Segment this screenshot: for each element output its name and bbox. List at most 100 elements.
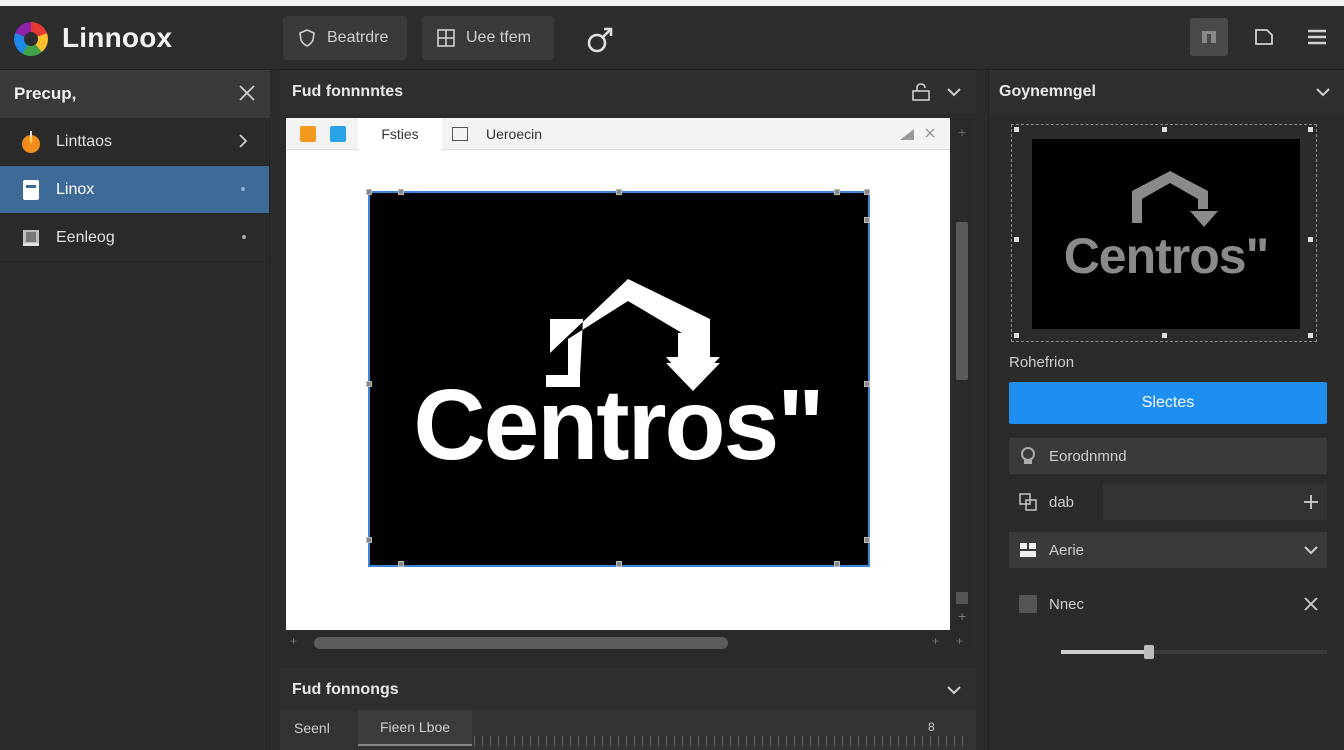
properties-header: Goynemngel [989,70,1344,114]
resize-handle[interactable] [864,381,870,387]
flame-icon [18,129,44,155]
preview-handle[interactable] [1162,333,1167,338]
property-row-aerie[interactable]: Aerie [1009,532,1327,568]
menu-button[interactable] [1298,18,1336,56]
horizontal-scrollbar[interactable]: + + + [286,632,972,654]
orange-file-icon[interactable] [300,126,316,142]
tab-label: Fsties [381,126,419,142]
resize-handle[interactable] [398,189,404,195]
scroll-plus-icon[interactable]: + [958,608,966,624]
chevron-right-icon [239,134,248,148]
sidebar-item-linox[interactable]: Linox [0,166,269,214]
tab-label: Ueroecin [486,126,543,142]
scroll-plus-icon[interactable]: + [932,634,939,648]
chevron-down-icon[interactable] [946,682,962,698]
resize-handle[interactable] [864,537,870,543]
properties-panel: Goynemngel Centros" Rohefrion Slectes Eo… [988,70,1344,750]
editor-title: Fud fonnnntes [292,83,404,100]
scroll-plus-icon[interactable]: + [958,124,966,140]
image-icon [452,127,468,141]
scroll-plus-icon[interactable]: + [956,634,963,648]
resize-handle[interactable] [616,561,622,567]
preview-logo-icon: Centros" [1064,171,1269,284]
close-tab-icon[interactable] [924,127,936,139]
vertical-scrollbar[interactable]: + + + [952,118,972,650]
beatrdre-button[interactable]: Beatrdre [283,16,407,60]
tab-ueroecin[interactable]: Ueroecin [486,118,542,150]
menu-icon [1308,29,1326,45]
property-label: dab [1049,493,1075,511]
timeline-ruler: Seenl Fieen Lboe 8 [280,710,976,750]
preview-handle[interactable] [1308,127,1313,132]
tab-fieen-lboe[interactable]: Fieen Lboe [358,710,472,746]
editor-panel: Fud fonnnntes Fsties Ueroecin Centros" +… [280,70,976,750]
property-label: Nnec [1049,595,1085,613]
page-icon [1255,29,1273,45]
vertical-scroll-thumb[interactable] [956,222,968,380]
opacity-slider[interactable] [1061,645,1327,659]
document-tab-bar: Fsties Ueroecin [286,118,950,150]
properties-title: Goynemngel [999,83,1096,100]
beatrdre-label: Beatrdre [327,29,389,46]
layout-button[interactable] [1190,18,1228,56]
resize-handle[interactable] [366,537,372,543]
section-label: Rohefrion [1009,354,1075,371]
layout-icon [1202,31,1216,43]
stamp-icon [1017,445,1039,467]
centros-logo-icon: Centros" [413,279,825,481]
property-row-dab[interactable]: dab [1009,484,1327,520]
property-row-nnec[interactable]: Nnec [1009,586,1327,622]
item-dot-icon [241,187,245,191]
resize-handle[interactable] [366,381,372,387]
ruler-marker: 8 [928,720,935,734]
male-symbol-icon[interactable] [584,24,616,56]
chevron-down-icon[interactable] [1303,542,1319,558]
left-sidebar: Precup, Linttaos Linox Eenleog [0,70,270,750]
slider-thumb[interactable] [1143,645,1154,659]
resize-handle[interactable] [366,189,372,195]
chevron-down-icon[interactable] [1315,84,1331,100]
book-icon [18,225,44,251]
preview-handle[interactable] [1308,333,1313,338]
image-preview[interactable]: Centros" [1011,124,1317,342]
sidebar-item-label: Linox [56,180,95,198]
resize-handle[interactable] [398,561,404,567]
preview-handle[interactable] [1308,237,1313,242]
preview-handle[interactable] [1162,127,1167,132]
document-icon [18,177,44,203]
lock-icon[interactable] [910,82,932,102]
property-row-eorodnmnd[interactable]: Eorodnmnd [1009,438,1327,474]
preview-handle[interactable] [1014,333,1019,338]
blue-file-icon[interactable] [330,126,346,142]
document-view: Fsties Ueroecin Centros" [286,118,950,630]
image-canvas[interactable]: Centros" [366,189,870,567]
uee-tfem-button[interactable]: Uee tfem [422,16,554,60]
chevron-down-icon[interactable] [946,84,962,100]
property-label: Aerie [1049,541,1085,559]
page-button[interactable] [1245,18,1283,56]
tab-seenl[interactable]: Seenl [294,710,330,746]
resize-handle[interactable] [864,217,870,223]
slectes-button[interactable]: Slectes [1009,382,1327,424]
close-icon[interactable] [1303,596,1319,612]
resize-handle[interactable] [834,561,840,567]
preview-handle[interactable] [1014,127,1019,132]
square-icon [1017,593,1039,615]
sidebar-item-linttaos[interactable]: Linttaos [0,118,270,166]
preview-handle[interactable] [1014,237,1019,242]
plus-icon[interactable] [1303,494,1319,510]
dab-input[interactable] [1103,484,1327,520]
resize-handle[interactable] [864,189,870,195]
resize-handle[interactable] [616,189,622,195]
horizontal-scroll-thumb[interactable] [314,637,728,649]
scroll-left-icon[interactable]: + [290,634,297,648]
tab-fsties[interactable]: Fsties [358,118,442,150]
sidebar-item-eenleog[interactable]: Eenleog [0,214,270,262]
resize-handle[interactable] [834,189,840,195]
editor-header: Fud fonnnntes [280,70,976,114]
signal-icon [900,129,914,140]
canvas-logo-text: Centros" [413,369,822,481]
scroll-box-icon[interactable] [956,592,968,604]
close-icon[interactable] [236,82,258,104]
sidebar-header: Precup, [0,70,270,118]
